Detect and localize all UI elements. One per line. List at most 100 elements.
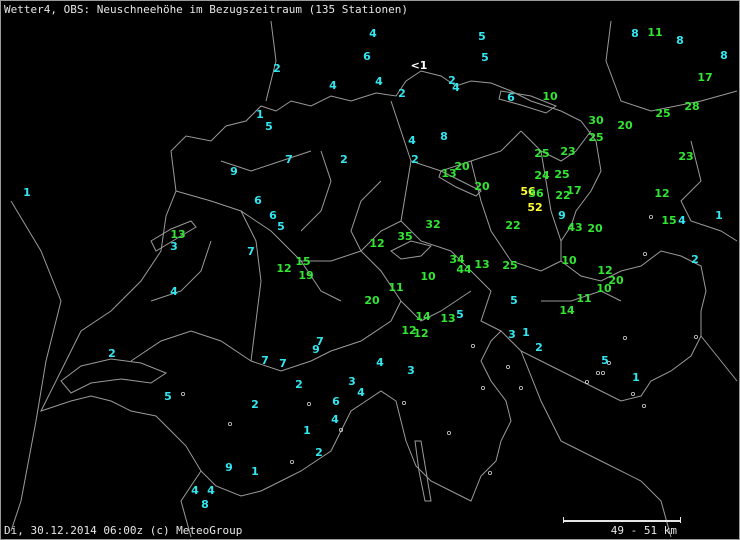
station-value: 14	[415, 310, 431, 323]
station-value: 43	[567, 221, 582, 234]
station-value: 8	[676, 34, 684, 47]
station-value: 14	[559, 304, 575, 317]
station-marker	[649, 214, 654, 219]
station-value: 12	[276, 262, 291, 275]
station-value: 25	[655, 107, 670, 120]
station-value: 6	[254, 194, 262, 207]
station-value: 4	[191, 484, 199, 497]
station-value: 20	[454, 160, 470, 173]
station-marker	[480, 385, 485, 390]
station-value: 4	[369, 27, 377, 40]
station-labels: 4 5 8 118826<15174 42246 10282515 30 2084 257 2 2 2…	[23, 26, 728, 511]
station-markers	[180, 214, 699, 475]
station-value: 17	[566, 184, 581, 197]
station-value: 7	[247, 245, 255, 258]
map-frame: 4 5 8 11 8 8 2 6 <1 5 17 4 4 2 2 4 6 10 28 25 1 5 30 20 8 4 25 7 2 2 2…	[0, 0, 740, 540]
station-marker	[519, 385, 524, 390]
station-value: 5	[510, 294, 518, 307]
station-value: 25	[588, 131, 603, 144]
station-value: 44	[456, 263, 472, 276]
station-value: 3	[508, 328, 516, 341]
station-value: 20	[617, 119, 633, 132]
station-value: 25	[534, 147, 549, 160]
station-value: 2	[535, 341, 543, 354]
map-title: Wetter4, OBS: Neuschneehöhe im Bezugszei…	[4, 3, 408, 16]
station-value: 12	[413, 327, 428, 340]
station-value: 30	[588, 114, 604, 127]
station-value: 2	[411, 153, 419, 166]
station-value: 2	[295, 378, 303, 391]
station-value: 28	[684, 100, 699, 113]
station-value: 5	[164, 390, 172, 403]
station-value: 24	[534, 169, 550, 182]
station-value: 4	[207, 484, 215, 497]
station-value: 15	[295, 255, 310, 268]
station-value: 35	[397, 230, 412, 243]
station-marker	[289, 459, 294, 464]
station-value: 36	[528, 187, 544, 200]
station-value: 1	[256, 108, 264, 121]
station-value: 17	[697, 71, 712, 84]
station-value: 20	[474, 180, 490, 193]
station-value: 5	[478, 30, 486, 43]
lake-geneva	[60, 358, 168, 394]
station-value: 2	[251, 398, 259, 411]
timestamp-copyright: Di, 30.12.2014 06:00z (c) MeteoGroup	[4, 524, 243, 537]
station-value: 13	[440, 312, 455, 325]
station-value: 4	[170, 285, 178, 298]
station-value: 19	[298, 269, 313, 282]
station-value: 1	[303, 424, 311, 437]
station-marker	[694, 334, 699, 339]
station-value: 4	[678, 214, 686, 227]
station-marker	[585, 379, 590, 384]
station-marker	[401, 400, 406, 405]
station-value: 9	[230, 165, 238, 178]
station-marker	[446, 430, 451, 435]
station-value: 12	[369, 237, 384, 250]
station-value: 2	[273, 62, 281, 75]
station-value: 1	[23, 186, 31, 199]
station-value: 8	[201, 498, 209, 511]
station-marker	[601, 370, 606, 375]
station-value: 6	[332, 395, 340, 408]
station-value: 9	[558, 209, 566, 222]
station-marker	[505, 364, 510, 369]
station-value: 11	[576, 292, 591, 305]
station-value: 2	[108, 347, 116, 360]
station-value: 4	[452, 81, 460, 94]
station-value: 2	[691, 253, 699, 266]
station-value: 3	[348, 375, 356, 388]
station-value: 15	[661, 214, 676, 227]
station-value: <1	[411, 59, 428, 72]
station-marker	[470, 343, 475, 348]
station-value: 3	[407, 364, 415, 377]
station-value: 1	[251, 465, 259, 478]
station-value: 5	[265, 120, 273, 133]
station-value: 6	[507, 91, 515, 104]
station-value: 7	[285, 153, 293, 166]
station-value: 9	[312, 343, 320, 356]
station-marker	[180, 391, 185, 396]
station-value: 4	[376, 356, 384, 369]
station-value: 3	[170, 240, 178, 253]
station-marker	[623, 335, 628, 340]
station-value: 20	[587, 222, 603, 235]
station-marker	[227, 421, 232, 426]
station-value: 5	[481, 51, 489, 64]
lake-maggiore	[414, 440, 432, 502]
station-value: 2	[398, 87, 406, 100]
station-value: 8	[631, 27, 639, 40]
station-marker	[643, 251, 648, 256]
station-marker	[642, 403, 647, 408]
station-value: 6	[269, 209, 277, 222]
station-value: 32	[425, 218, 440, 231]
station-value: 11	[388, 281, 403, 294]
station-value: 11	[647, 26, 662, 39]
station-value: 52	[527, 201, 542, 214]
station-value: 13	[474, 258, 489, 271]
station-value: 4	[329, 79, 337, 92]
station-value: 10	[420, 270, 436, 283]
station-marker	[487, 470, 492, 475]
station-value: 4	[375, 75, 383, 88]
station-value: 1	[632, 371, 640, 384]
